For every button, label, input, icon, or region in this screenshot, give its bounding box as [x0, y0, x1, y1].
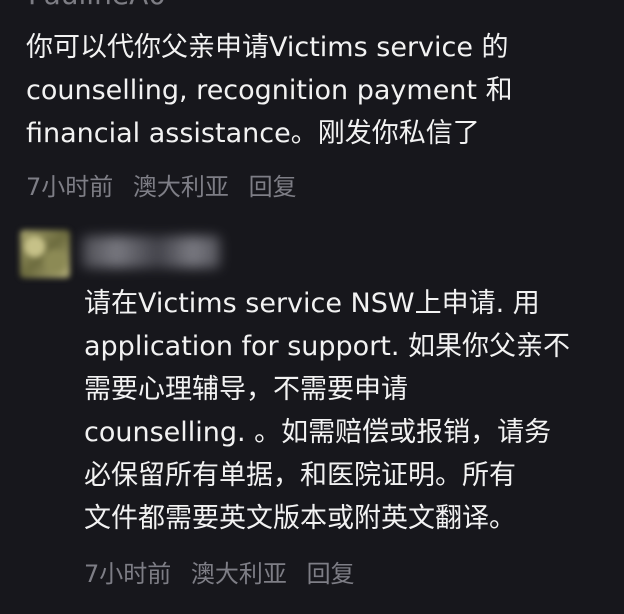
- comment-body: 请在Victims service NSW上申请. 用 application …: [84, 282, 570, 540]
- avatar[interactable]: [20, 230, 70, 278]
- comment-line: 请在Victims service NSW上申请. 用: [84, 288, 540, 319]
- comment-author-name[interactable]: PaulineA0: [28, 0, 166, 11]
- comment-time: 7小时前: [84, 560, 172, 588]
- reply-button[interactable]: 回复: [249, 173, 297, 201]
- comment-line: 需要心理辅导，不需要申请: [84, 374, 408, 405]
- comment-line: 必保留所有单据，和医院证明。所有: [84, 460, 516, 491]
- comment-location: 澳大利亚: [132, 173, 229, 201]
- comment-meta: 7小时前 澳大利亚 回复: [26, 167, 297, 202]
- comment-line: 你可以代你父亲申请Victims service 的: [26, 32, 509, 63]
- comment-meta: 7小时前 澳大利亚 回复: [84, 554, 355, 589]
- comment-line: counselling. 。如需赔偿或报销，请务: [84, 417, 552, 448]
- comment-time: 7小时前: [26, 173, 114, 201]
- comment-thread: PaulineA0 你可以代你父亲申请Victims service 的 cou…: [0, 0, 624, 614]
- comment-line: financial assistance。刚发你私信了: [26, 118, 480, 149]
- comment-line: application for support. 如果你父亲不: [84, 331, 571, 362]
- comment-location: 澳大利亚: [190, 560, 287, 588]
- comment-line: counselling, recognition payment 和: [26, 75, 513, 106]
- reply-button[interactable]: 回复: [307, 560, 355, 588]
- comment-body: 你可以代你父亲申请Victims service 的 counselling, …: [26, 26, 513, 155]
- comment-line: 文件都需要英文版本或附英文翻译。: [84, 503, 516, 534]
- blurred-author-name[interactable]: [82, 236, 220, 268]
